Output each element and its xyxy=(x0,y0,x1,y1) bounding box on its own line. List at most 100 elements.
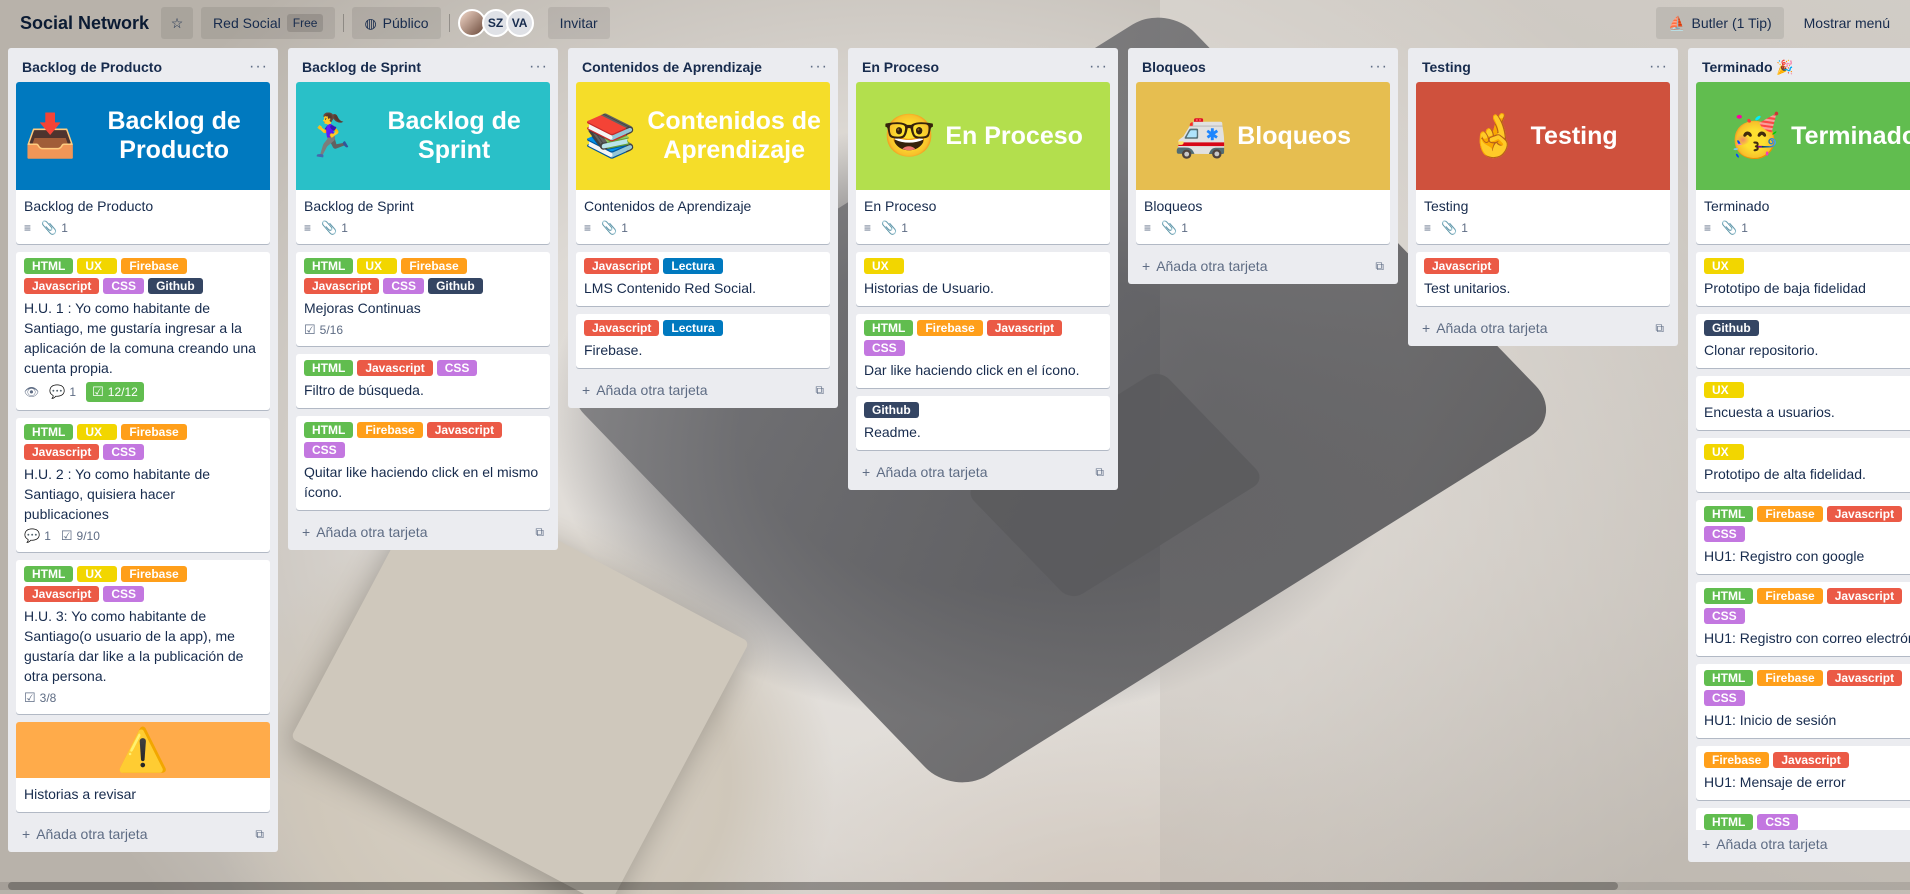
star-button[interactable]: ☆ xyxy=(161,7,194,39)
card-label[interactable]: UX xyxy=(1704,444,1744,460)
card-label[interactable]: UX xyxy=(77,258,118,274)
add-card-button[interactable]: +Añada otra tarjeta⧉ xyxy=(288,518,558,550)
card[interactable]: ⚠️ Historias a revisar xyxy=(16,722,270,812)
card[interactable]: HTML UX Firebase Javascript CSS Github H.U. 1 … xyxy=(16,252,270,410)
card-template-icon[interactable]: ⧉ xyxy=(1655,321,1664,336)
card-label[interactable]: CSS xyxy=(864,340,905,356)
card-label[interactable]: HTML xyxy=(1704,814,1754,830)
card-label[interactable]: CSS xyxy=(103,278,145,294)
list-title[interactable]: Contenidos de Aprendizaje xyxy=(582,59,762,75)
card-label[interactable]: Github xyxy=(428,278,483,294)
card-label[interactable]: UX xyxy=(357,258,398,274)
more-icon[interactable]: ··· xyxy=(249,58,268,76)
card-label[interactable]: Javascript xyxy=(1826,670,1903,686)
card-label[interactable]: HTML xyxy=(304,360,354,376)
card-label[interactable]: Javascript xyxy=(24,278,100,294)
card[interactable]: HTML CSS xyxy=(1696,808,1910,830)
card-label[interactable]: Firebase xyxy=(121,424,187,440)
show-menu-button[interactable]: Mostrar menú xyxy=(1792,15,1902,31)
card-label[interactable]: UX xyxy=(1704,382,1744,398)
card-label[interactable]: Javascript xyxy=(304,278,380,294)
card-template-icon[interactable]: ⧉ xyxy=(255,827,264,842)
card-template-icon[interactable]: ⧉ xyxy=(1095,465,1104,480)
card-label[interactable]: Javascript xyxy=(24,586,100,602)
card-label[interactable]: HTML xyxy=(304,258,354,274)
cover-card[interactable]: 📚 Contenidos de Aprendizaje Contenidos de … xyxy=(576,82,830,244)
board-scrollbar[interactable] xyxy=(0,882,1910,890)
add-card-button[interactable]: +Añada otra tarjeta⧉ xyxy=(1408,314,1678,346)
card-label[interactable]: Firebase xyxy=(401,258,467,274)
card-label[interactable]: UX xyxy=(864,258,904,274)
card-label[interactable]: HTML xyxy=(304,422,354,438)
card-template-icon[interactable]: ⧉ xyxy=(1375,259,1384,274)
card[interactable]: HTML Firebase Javascript CSS HU1: Registro c… xyxy=(1696,582,1910,656)
add-card-button[interactable]: +Añada otra tarjeta⧉ xyxy=(848,458,1118,490)
card[interactable]: Javascript Lectura Firebase. xyxy=(576,314,830,368)
card-label[interactable]: CSS xyxy=(1704,608,1745,624)
card[interactable]: HTML UX Firebase Javascript CSS Github Mejoras… xyxy=(296,252,550,346)
card-label[interactable]: Lectura xyxy=(663,258,723,274)
card[interactable]: Firebase Javascript HU1: Mensaje de error xyxy=(1696,746,1910,800)
board-title[interactable]: Social Network xyxy=(8,13,161,34)
card-label[interactable]: Javascript xyxy=(357,360,433,376)
card-label[interactable]: Javascript xyxy=(24,444,100,460)
add-card-button[interactable]: +Añada otra tarjeta⧉ xyxy=(1128,252,1398,284)
list-title[interactable]: Terminado 🎉 xyxy=(1702,59,1794,76)
card-label[interactable]: Lectura xyxy=(663,320,723,336)
cover-card[interactable]: 🤞 Testing Testing ≡ 📎 1 xyxy=(1416,82,1670,244)
card-label[interactable]: HTML xyxy=(1704,506,1754,522)
card-label[interactable]: UX xyxy=(77,424,118,440)
card-label[interactable]: CSS xyxy=(103,586,145,602)
more-icon[interactable]: ··· xyxy=(809,58,828,76)
card-label[interactable]: HTML xyxy=(24,566,74,582)
more-icon[interactable]: ··· xyxy=(1369,58,1388,76)
card-label[interactable]: CSS xyxy=(103,444,145,460)
card[interactable]: HTML Firebase Javascript CSS Dar like hacien… xyxy=(856,314,1110,388)
card-label[interactable]: Firebase xyxy=(121,566,187,582)
invite-button[interactable]: Invitar xyxy=(547,7,610,39)
card-template-icon[interactable]: ⧉ xyxy=(535,525,544,540)
card-label[interactable]: Javascript xyxy=(1424,258,1500,274)
card-label[interactable]: UX xyxy=(1704,258,1744,274)
visibility-button[interactable]: ◍ Público xyxy=(352,7,441,39)
cover-card[interactable]: 🚑 Bloqueos Bloqueos ≡ 📎 1 xyxy=(1136,82,1390,244)
card-label[interactable]: Firebase xyxy=(357,422,423,438)
add-card-button[interactable]: +Añada otra tarjeta⧉ xyxy=(1688,830,1910,862)
card[interactable]: HTML Firebase Javascript CSS HU1: Registro c… xyxy=(1696,500,1910,574)
card-label[interactable]: Javascript xyxy=(1773,752,1849,768)
more-icon[interactable]: ··· xyxy=(1649,58,1668,76)
card[interactable]: UX Prototipo de alta fidelidad. xyxy=(1696,438,1910,492)
cover-card[interactable]: 📥 Backlog de Producto Backlog de Producto ≡… xyxy=(16,82,270,244)
card-label[interactable]: Javascript xyxy=(1826,506,1903,522)
card-label[interactable]: CSS xyxy=(1704,690,1745,706)
card-label[interactable]: HTML xyxy=(864,320,914,336)
card-label[interactable]: Javascript xyxy=(584,320,660,336)
more-icon[interactable]: ··· xyxy=(1089,58,1108,76)
card-label[interactable]: CSS xyxy=(436,360,478,376)
card[interactable]: HTML Firebase Javascript CSS HU1: Inicio de … xyxy=(1696,664,1910,738)
scrollbar-thumb[interactable] xyxy=(8,882,1618,890)
card-label[interactable]: HTML xyxy=(24,258,74,274)
card[interactable]: HTML Javascript CSS Filtro de búsqueda. xyxy=(296,354,550,408)
card-label[interactable]: Javascript xyxy=(1826,588,1903,604)
cover-card[interactable]: 🤓 En Proceso En Proceso ≡ 📎 1 xyxy=(856,82,1110,244)
card-label[interactable]: UX xyxy=(77,566,118,582)
card-label[interactable]: Javascript xyxy=(986,320,1063,336)
workspace-button[interactable]: Red Social Free xyxy=(201,7,336,39)
card-label[interactable]: Firebase xyxy=(917,320,983,336)
card-label[interactable]: Firebase xyxy=(1757,506,1823,522)
card[interactable]: Github Clonar repositorio. xyxy=(1696,314,1910,368)
more-icon[interactable]: ··· xyxy=(529,58,548,76)
card-label[interactable]: Firebase xyxy=(1704,752,1770,768)
add-card-button[interactable]: +Añada otra tarjeta⧉ xyxy=(568,376,838,408)
card-label[interactable]: Firebase xyxy=(1757,588,1823,604)
card-label[interactable]: Javascript xyxy=(584,258,660,274)
card-label[interactable]: Javascript xyxy=(426,422,503,438)
card-label[interactable]: Firebase xyxy=(121,258,187,274)
card-label[interactable]: HTML xyxy=(1704,588,1754,604)
card[interactable]: HTML Firebase Javascript CSS Quitar like hac… xyxy=(296,416,550,510)
card-label[interactable]: Github xyxy=(148,278,203,294)
card-label[interactable]: Github xyxy=(864,402,919,418)
list-title[interactable]: En Proceso xyxy=(862,59,939,75)
list-title[interactable]: Bloqueos xyxy=(1142,59,1206,75)
